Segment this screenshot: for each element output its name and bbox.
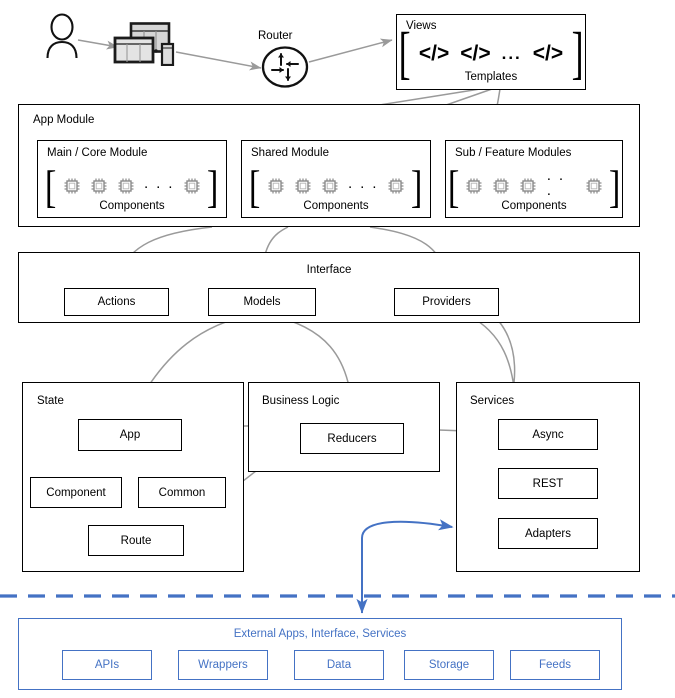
main-core-module-title: Main / Core Module bbox=[47, 147, 148, 159]
chip-icon bbox=[518, 176, 538, 201]
devices-icon bbox=[112, 22, 184, 67]
component-chips: · · · bbox=[461, 170, 606, 203]
bracket-close-icon: ] bbox=[207, 160, 219, 212]
chips-ellipsis: · · · bbox=[546, 170, 565, 202]
bracket-close-icon: ] bbox=[571, 20, 584, 86]
external-item-feeds[interactable]: Feeds bbox=[510, 650, 600, 680]
sub-feature-modules: Sub / Feature Modules [· · ·] Componen… bbox=[445, 140, 623, 218]
external-item-data[interactable]: Data bbox=[294, 650, 384, 680]
main-core-module: Main / Core Module [· · ·] Components bbox=[37, 140, 227, 218]
services-item-async[interactable]: Async bbox=[498, 419, 598, 450]
chips-ellipsis: · · · bbox=[143, 177, 175, 195]
chip-icon bbox=[320, 176, 340, 201]
chip-icon bbox=[89, 176, 109, 201]
user-icon bbox=[45, 12, 79, 59]
components-caption: Components bbox=[303, 200, 369, 212]
shared-module-title: Shared Module bbox=[251, 147, 329, 159]
views-code-strip: [ </> </> ... </> ] bbox=[398, 20, 584, 86]
external-item-storage[interactable]: Storage bbox=[404, 650, 494, 680]
interface-item-models[interactable]: Models bbox=[208, 288, 316, 316]
chip-icon bbox=[116, 176, 136, 201]
services-item-adapters[interactable]: Adapters bbox=[498, 518, 598, 549]
bracket-open-icon: [ bbox=[45, 160, 57, 212]
code-glyph: </> bbox=[460, 41, 491, 65]
code-ellipsis: ... bbox=[501, 43, 522, 63]
external-item-wrappers[interactable]: Wrappers bbox=[178, 650, 268, 680]
components-caption: Components bbox=[501, 200, 567, 212]
bracket-open-icon: [ bbox=[249, 160, 261, 212]
state-item-common[interactable]: Common bbox=[138, 477, 226, 508]
interface-label: Interface bbox=[306, 264, 352, 276]
chip-icon bbox=[491, 176, 511, 201]
code-glyph: </> bbox=[532, 41, 564, 65]
chip-icon bbox=[62, 176, 82, 201]
services-label: Services bbox=[470, 395, 515, 407]
bracket-close-icon: ] bbox=[411, 160, 423, 212]
router-icon bbox=[261, 46, 309, 88]
external-item-apis[interactable]: APIs bbox=[62, 650, 152, 680]
views-box: Views [ </> </> ... </> ] Templates bbox=[396, 14, 586, 90]
external-title: External Apps, Interface, Services bbox=[233, 628, 407, 640]
component-chips: · · · bbox=[59, 176, 206, 201]
architecture-diagram: Router Views [ </> </> ... </>] Templat… bbox=[0, 0, 675, 698]
router-label: Router bbox=[258, 30, 293, 42]
code-glyph: </> bbox=[418, 41, 450, 65]
state-item-component[interactable]: Component bbox=[30, 477, 122, 508]
chip-icon bbox=[182, 176, 202, 201]
component-chips: · · · bbox=[263, 176, 410, 201]
bracket-open-icon: [ bbox=[398, 20, 411, 86]
business-logic-label: Business Logic bbox=[262, 395, 340, 407]
chips-ellipsis: · · · bbox=[347, 177, 379, 195]
sub-feature-modules-title: Sub / Feature Modules bbox=[455, 147, 572, 159]
components-caption: Components bbox=[99, 200, 165, 212]
views-label: Views bbox=[406, 20, 437, 32]
app-module-label: App Module bbox=[33, 114, 95, 126]
chip-icon bbox=[386, 176, 406, 201]
business-logic-item-reducers[interactable]: Reducers bbox=[300, 423, 404, 454]
blue-connector bbox=[356, 519, 454, 614]
views-caption: Templates bbox=[464, 71, 518, 83]
interface-item-providers[interactable]: Providers bbox=[394, 288, 499, 316]
bracket-open-icon: [ bbox=[447, 160, 460, 212]
chip-icon bbox=[266, 176, 286, 201]
services-item-rest[interactable]: REST bbox=[498, 468, 598, 499]
bracket-close-icon: ] bbox=[608, 160, 621, 212]
interface-item-actions[interactable]: Actions bbox=[64, 288, 169, 316]
state-item-route[interactable]: Route bbox=[88, 525, 184, 556]
chip-icon bbox=[464, 176, 484, 201]
state-item-app[interactable]: App bbox=[78, 419, 182, 451]
chip-icon bbox=[584, 176, 604, 201]
shared-module: Shared Module [· · ·] Components bbox=[241, 140, 431, 218]
chip-icon bbox=[293, 176, 313, 201]
state-label: State bbox=[37, 395, 64, 407]
